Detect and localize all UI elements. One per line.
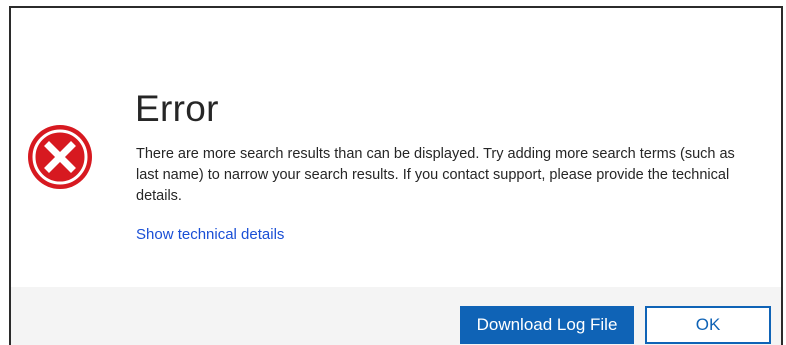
dialog-title: Error [135, 88, 219, 129]
show-technical-details-link[interactable]: Show technical details [136, 226, 284, 243]
error-dialog: Error There are more search results than… [9, 6, 783, 345]
screen: Error There are more search results than… [0, 0, 786, 345]
download-log-file-button[interactable]: Download Log File [460, 306, 634, 344]
error-message: There are more search results than can b… [136, 146, 735, 204]
ok-button[interactable]: OK [645, 306, 771, 344]
error-icon [27, 124, 93, 190]
